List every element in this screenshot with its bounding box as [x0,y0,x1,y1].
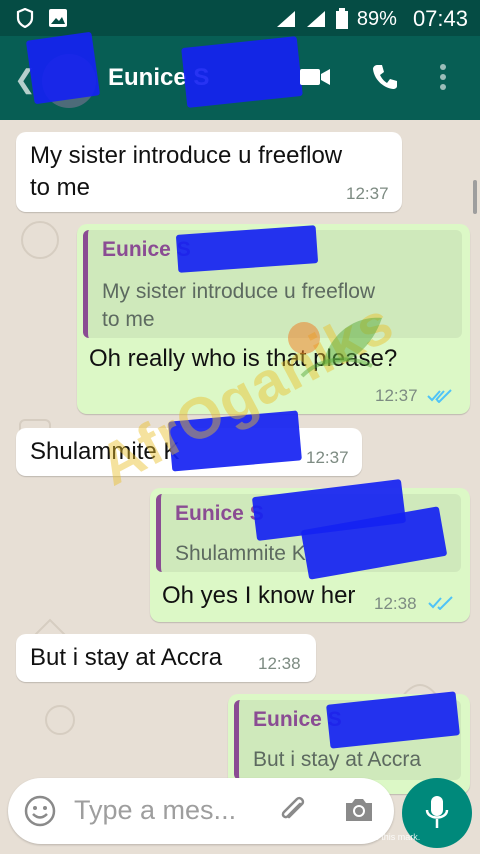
read-receipt-icon [427,389,452,403]
status-bar: 89% 07:43 [0,0,480,36]
redaction-mark [25,31,101,105]
message-text: But i stay at Accra [30,644,223,671]
quoted-text: My sister introduce u freeflow [102,280,376,303]
scrollbar[interactable] [473,180,477,214]
message-time: 12:37 [346,184,389,203]
message-time: 12:37 [306,448,349,467]
phone-icon[interactable] [370,62,400,92]
battery-icon [335,8,348,29]
attach-icon[interactable] [278,794,308,828]
quoted-text: to me [102,308,155,331]
chat-header: ❮ Eunice S [0,31,480,120]
quoted-text: But i stay at Accra [253,748,422,771]
message-time: 12:37 [375,386,418,405]
shield-icon [16,8,34,28]
message-bubble-incoming[interactable]: But i stay at Accra 12:38 [16,634,316,682]
signal-icon-2 [306,11,325,27]
camera-icon[interactable] [342,795,376,825]
message-bubble-incoming[interactable]: My sister introduce u freeflow to me 12:… [16,132,402,212]
message-bubble-outgoing[interactable]: Eunice S Shulammite K Oh yes I know her … [150,479,470,622]
status-time: 07:43 [412,6,468,31]
message-input-placeholder[interactable]: Type a mes... [74,795,236,826]
microphone-icon [425,796,449,828]
video-call-icon[interactable] [298,62,332,92]
battery-percentage: 89% [356,7,397,30]
message-text: My sister introduce u freeflow [30,142,343,169]
read-receipt-icon [428,596,453,610]
gallery-icon [49,9,67,27]
message-time: 12:38 [258,654,301,673]
watermark-leaf-icon [288,317,382,378]
message-text: to me [30,174,91,201]
quoted-sender-name: Eunice S [175,502,264,525]
emoji-icon[interactable] [24,795,56,827]
signal-icon-1 [276,11,295,27]
watermark-footer: Processed using the free version of Wate… [59,832,421,842]
message-text: Oh yes I know her [162,582,356,609]
message-time: 12:38 [374,594,417,613]
more-options-icon[interactable] [438,62,448,92]
quoted-text: Shulammite K [175,542,306,565]
redaction-mark [181,36,303,108]
